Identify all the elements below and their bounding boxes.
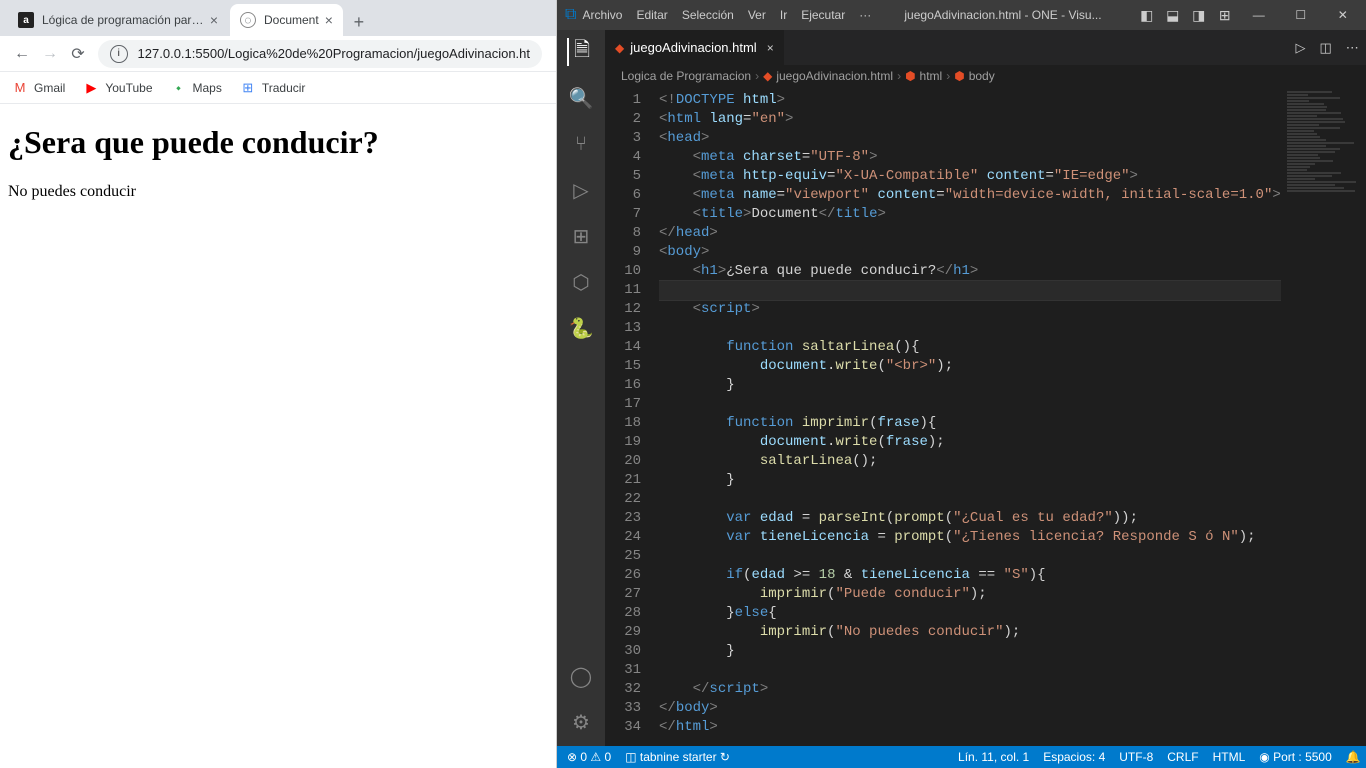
window-controls: ◧ ⬓ ◨ ⊞ — ☐ ✕ [1135,1,1363,29]
code-content[interactable]: <!DOCTYPE html><html lang="en"><head> <m… [659,87,1281,746]
bookmarks-bar: MGmail ▶YouTube ⬩Maps ⊞Traducir [0,72,556,104]
account-icon[interactable]: ◯ [567,662,595,690]
page-text: No puedes conducir [8,183,548,201]
layout-right-icon[interactable]: ◨ [1187,3,1211,27]
forward-button[interactable]: → [36,40,64,68]
back-button[interactable]: ← [8,40,36,68]
menu-edit[interactable]: Editar [636,8,667,22]
menu-run[interactable]: Ejecutar [801,8,845,22]
close-icon[interactable]: × [767,41,774,55]
youtube-icon: ▶ [83,80,99,96]
status-port[interactable]: ◉ Port : 5500 [1259,750,1332,764]
menu-go[interactable]: Ir [780,8,787,22]
bookmark-maps[interactable]: ⬩Maps [171,80,222,96]
editor-area: ◆ juegoAdivinacion.html × ▷ ◫ ⋯ Logica d… [605,30,1366,746]
settings-icon[interactable]: ⚙ [567,708,595,736]
minimap[interactable] [1281,87,1366,746]
status-encoding[interactable]: UTF-8 [1119,750,1153,764]
address-bar: ← → ⟳ i 127.0.0.1:5500/Logica%20de%20Pro… [0,36,556,72]
reload-button[interactable]: ⟳ [64,40,92,68]
status-lncol[interactable]: Lín. 11, col. 1 [958,750,1029,764]
split-icon[interactable]: ◫ [1319,40,1331,56]
menu-more[interactable]: ··· [859,8,871,22]
close-button[interactable]: ✕ [1323,1,1363,29]
favicon-alura: a [18,12,34,28]
maximize-button[interactable]: ☐ [1281,1,1321,29]
gmail-icon: M [12,80,28,96]
chevron-icon: › [755,69,759,83]
tag-icon: ⬢ [905,69,915,83]
page-heading: ¿Sera que puede conducir? [8,124,548,161]
tab-title: Lógica de programación parte 2: [42,13,204,27]
new-tab-button[interactable]: + [345,8,373,36]
url-input[interactable]: i 127.0.0.1:5500/Logica%20de%20Programac… [98,40,542,68]
favicon-document: ◌ [240,12,256,28]
editor-actions: ▷ ◫ ⋯ [1295,30,1366,65]
breadcrumb-folder: Logica de Programacion [621,69,751,83]
bookmark-gmail[interactable]: MGmail [12,80,65,96]
layout-left-icon[interactable]: ◧ [1135,3,1159,27]
close-icon[interactable]: × [210,12,218,28]
editor-tab[interactable]: ◆ juegoAdivinacion.html × [605,30,785,65]
line-gutter: 1234567891011121314151617181920212223242… [605,87,659,746]
layout-grid-icon[interactable]: ⊞ [1213,3,1237,27]
chrome-browser: a Lógica de programación parte 2: × ◌ Do… [0,0,557,768]
browser-tab-1[interactable]: a Lógica de programación parte 2: × [8,4,228,36]
activity-bar: 🗎 🔍 ⑂ ▷ ⊞ ⬡ 🐍 ◯ ⚙ [557,30,605,746]
code-editor[interactable]: 1234567891011121314151617181920212223242… [605,87,1366,746]
more-icon[interactable]: ⋯ [1346,40,1359,56]
status-spaces[interactable]: Espacios: 4 [1043,750,1105,764]
vscode-window: ⧉ Archivo Editar Selección Ver Ir Ejecut… [557,0,1366,768]
status-tabnine[interactable]: ◫ tabnine starter ↻ [625,750,730,764]
window-title: juegoAdivinacion.html - ONE - Visu... [877,8,1129,22]
bookmark-translate[interactable]: ⊞Traducir [240,80,306,96]
status-bell-icon[interactable]: 🔔 [1346,750,1361,764]
tag-icon: ⬢ [954,69,964,83]
menu-file[interactable]: Archivo [582,8,622,22]
python-icon[interactable]: 🐍 [567,314,595,342]
breadcrumb-file: juegoAdivinacion.html [776,69,893,83]
minimize-button[interactable]: — [1239,1,1279,29]
html-file-icon: ◆ [763,69,772,83]
chevron-icon: › [897,69,901,83]
search-icon[interactable]: 🔍 [567,84,595,112]
menu-selection[interactable]: Selección [682,8,734,22]
browser-tab-bar: a Lógica de programación parte 2: × ◌ Do… [0,0,556,36]
vscode-body: 🗎 🔍 ⑂ ▷ ⊞ ⬡ 🐍 ◯ ⚙ ◆ juegoAdivinacion.htm… [557,30,1366,746]
status-lang[interactable]: HTML [1213,750,1246,764]
status-errors[interactable]: ⊗ 0 ⚠ 0 [567,750,611,764]
url-text: 127.0.0.1:5500/Logica%20de%20Programacio… [138,46,530,61]
explorer-icon[interactable]: 🗎 [567,38,595,66]
minimap-content [1287,91,1366,193]
translate-icon: ⊞ [240,80,256,96]
maps-icon: ⬩ [171,80,187,96]
breadcrumb[interactable]: Logica de Programacion › ◆ juegoAdivinac… [605,65,1366,87]
remote-icon[interactable]: ⬡ [567,268,595,296]
status-bar: ⊗ 0 ⚠ 0 ◫ tabnine starter ↻ Lín. 11, col… [557,746,1366,768]
source-control-icon[interactable]: ⑂ [567,130,595,158]
run-icon[interactable]: ▷ [1295,40,1305,56]
run-debug-icon[interactable]: ▷ [567,176,595,204]
chevron-icon: › [946,69,950,83]
editor-tabs: ◆ juegoAdivinacion.html × ▷ ◫ ⋯ [605,30,1366,65]
bookmark-youtube[interactable]: ▶YouTube [83,80,152,96]
menu-bar: Archivo Editar Selección Ver Ir Ejecutar… [582,8,871,22]
breadcrumb-elem: html [920,69,943,83]
browser-tab-2[interactable]: ◌ Document × [230,4,343,36]
layout-bottom-icon[interactable]: ⬓ [1161,3,1185,27]
menu-view[interactable]: Ver [748,8,766,22]
extensions-icon[interactable]: ⊞ [567,222,595,250]
status-eol[interactable]: CRLF [1167,750,1198,764]
vscode-titlebar: ⧉ Archivo Editar Selección Ver Ir Ejecut… [557,0,1366,30]
page-content: ¿Sera que puede conducir? No puedes cond… [0,104,556,768]
tab-title: Document [264,13,319,27]
close-icon[interactable]: × [325,12,333,28]
editor-tab-label: juegoAdivinacion.html [630,40,756,55]
breadcrumb-elem: body [969,69,995,83]
html-file-icon: ◆ [615,41,624,55]
site-info-icon[interactable]: i [110,45,128,63]
vscode-logo-icon: ⧉ [565,6,576,24]
